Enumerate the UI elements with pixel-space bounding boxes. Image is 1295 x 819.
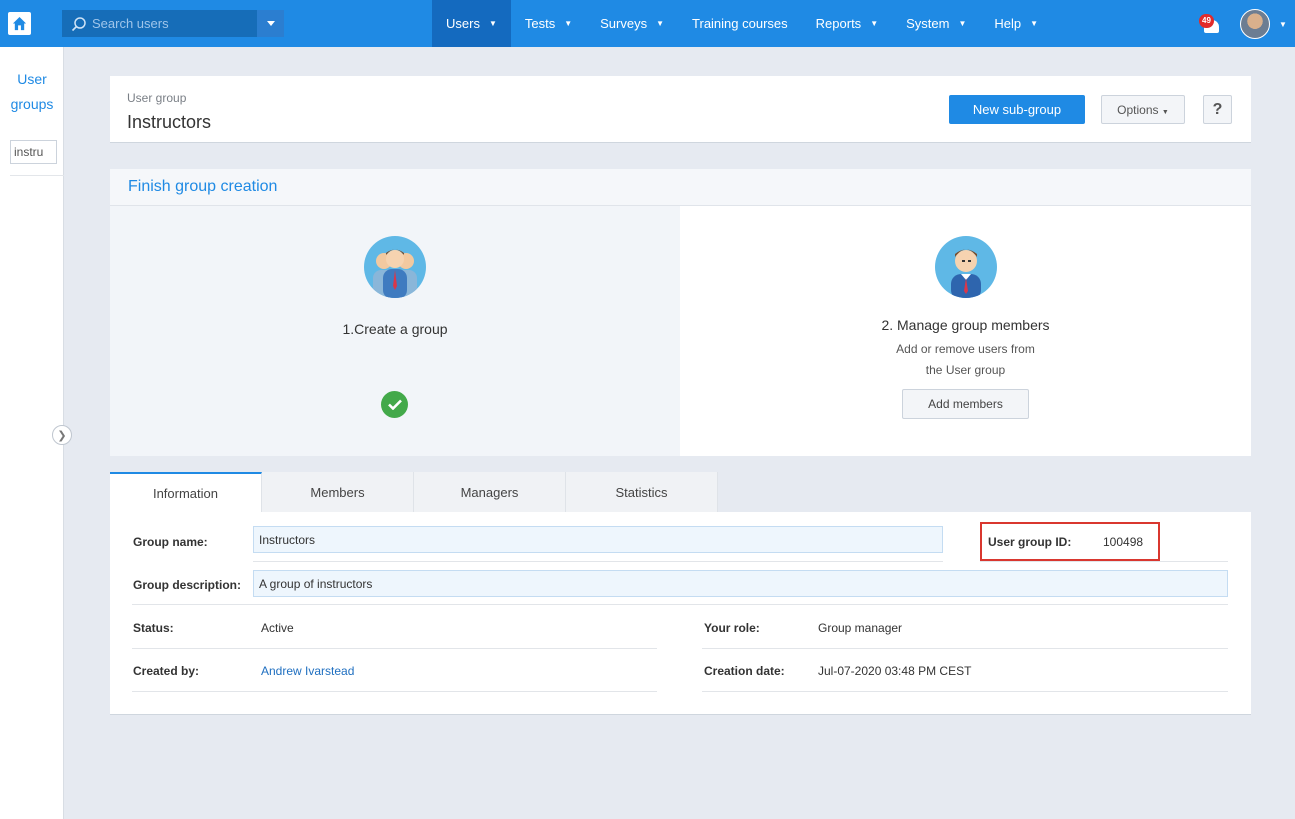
nav-help[interactable]: Help ▼: [980, 0, 1052, 47]
group-search-value: instru: [14, 145, 44, 159]
divider: [132, 691, 657, 692]
group-id-value: 100498: [1103, 535, 1144, 549]
group-description-field[interactable]: A group of instructors: [253, 570, 1228, 597]
search-options-button[interactable]: [257, 10, 284, 37]
search-icon: [71, 16, 86, 31]
tab-managers[interactable]: Managers: [414, 472, 566, 512]
tab-bar: Information Members Managers Statistics: [110, 472, 718, 512]
panel-title-line1: User: [17, 71, 47, 87]
search-input[interactable]: [92, 16, 242, 31]
created-by-link[interactable]: Andrew Ivarstead: [261, 664, 354, 678]
step2-description: the User group: [925, 363, 1006, 377]
nav-surveys[interactable]: Surveys ▼: [586, 0, 678, 47]
nav-tests[interactable]: Tests ▼: [511, 0, 586, 47]
step-create-group: 1.Create a group: [110, 206, 680, 456]
notification-badge: 49: [1199, 14, 1214, 28]
caret-down-icon: ▼: [488, 19, 497, 28]
nav-system[interactable]: System ▼: [892, 0, 980, 47]
new-sub-group-button[interactable]: New sub-group: [949, 95, 1085, 124]
caret-down-icon: [266, 21, 275, 26]
options-button[interactable]: Options ▼: [1101, 95, 1185, 124]
user-search-box: [62, 10, 284, 37]
caret-down-icon: ▼: [656, 19, 665, 28]
tab-statistics[interactable]: Statistics: [566, 472, 718, 512]
check-circle-icon: [381, 391, 408, 418]
divider: [253, 561, 943, 562]
creation-date-value: Jul-07-2020 03:48 PM CEST: [818, 664, 972, 678]
add-members-button[interactable]: Add members: [902, 389, 1029, 419]
nav-label: Surveys: [600, 16, 648, 31]
group-id-label: User group ID:: [988, 535, 1072, 549]
caret-down-icon: ▼: [1030, 19, 1039, 28]
divider: [702, 691, 1228, 692]
nav-training-courses[interactable]: Training courses: [678, 0, 802, 47]
your-role-label: Your role:: [704, 621, 760, 635]
page-title: Instructors: [127, 112, 212, 132]
page-header: User group Instructors New sub-group Opt…: [110, 76, 1251, 143]
caret-down-icon: ▼: [870, 19, 879, 28]
creation-date-label: Creation date:: [704, 664, 785, 678]
caret-down-icon: ▼: [564, 19, 573, 28]
group-name-label: Group name:: [133, 535, 208, 549]
page-subtitle: User group: [127, 91, 187, 105]
finish-group-creation-panel: Finish group creation 1.Create a group 2…: [110, 169, 1251, 456]
user-avatar[interactable]: [1240, 9, 1270, 39]
panel-title-line2: groups: [10, 96, 54, 112]
divider: [702, 648, 1228, 649]
step-manage-members: 2. Manage group members Add or remove us…: [680, 206, 1251, 456]
group-people-icon: [364, 236, 426, 298]
divider: [132, 604, 1228, 605]
step1-label: 1.Create a group: [342, 321, 448, 337]
home-icon[interactable]: [8, 12, 31, 35]
group-description-label: Group description:: [133, 578, 241, 592]
group-search-input[interactable]: instru: [10, 140, 57, 164]
divider: [132, 648, 657, 649]
caret-down-icon: ▼: [958, 19, 967, 28]
divider: [10, 175, 64, 176]
nav-label: Tests: [524, 16, 556, 31]
panel-title[interactable]: User groups: [0, 67, 64, 117]
group-name-value: Instructors: [259, 532, 316, 547]
top-navigation-bar: Users ▼ Tests ▼ Surveys ▼ Training courses Repo…: [0, 0, 1295, 47]
step2-label: 2. Manage group members: [881, 317, 1050, 333]
nav-label: Help: [994, 16, 1022, 31]
status-label: Status:: [133, 621, 174, 635]
nav-label: Training courses: [692, 16, 788, 31]
notifications-button[interactable]: 49: [1199, 14, 1221, 34]
group-description-value: A group of instructors: [259, 576, 373, 591]
status-value: Active: [261, 621, 294, 635]
help-button[interactable]: ?: [1203, 95, 1232, 124]
nav-label: Reports: [815, 16, 862, 31]
nav-users[interactable]: Users ▼: [432, 0, 511, 47]
nav-label: Users: [446, 16, 480, 31]
step2-description: Add or remove users from: [896, 342, 1035, 356]
tab-information[interactable]: Information: [110, 472, 262, 512]
main-menu: Users ▼ Tests ▼ Surveys ▼ Training courses Repo…: [432, 0, 1052, 47]
information-panel: Group name: Instructors User group ID: 1…: [110, 512, 1251, 715]
user-person-icon: [935, 236, 997, 298]
panel-title: Finish group creation: [128, 178, 278, 195]
divider: [980, 561, 1228, 562]
caret-down-icon: ▼: [1161, 108, 1169, 116]
panel-header: Finish group creation: [110, 169, 1251, 206]
your-role-value: Group manager: [818, 621, 903, 635]
user-groups-panel: User groups instru ❯: [0, 47, 72, 819]
chevron-right-icon: ❯: [57, 429, 67, 442]
options-label: Options: [1117, 102, 1159, 117]
nav-label: System: [906, 16, 950, 31]
nav-reports[interactable]: Reports ▼: [802, 0, 892, 47]
created-by-label: Created by:: [133, 664, 200, 678]
caret-down-icon[interactable]: ▼: [1279, 20, 1287, 29]
expand-panel-button[interactable]: ❯: [52, 425, 72, 445]
tab-members[interactable]: Members: [262, 472, 414, 512]
group-name-field[interactable]: Instructors: [253, 526, 943, 553]
